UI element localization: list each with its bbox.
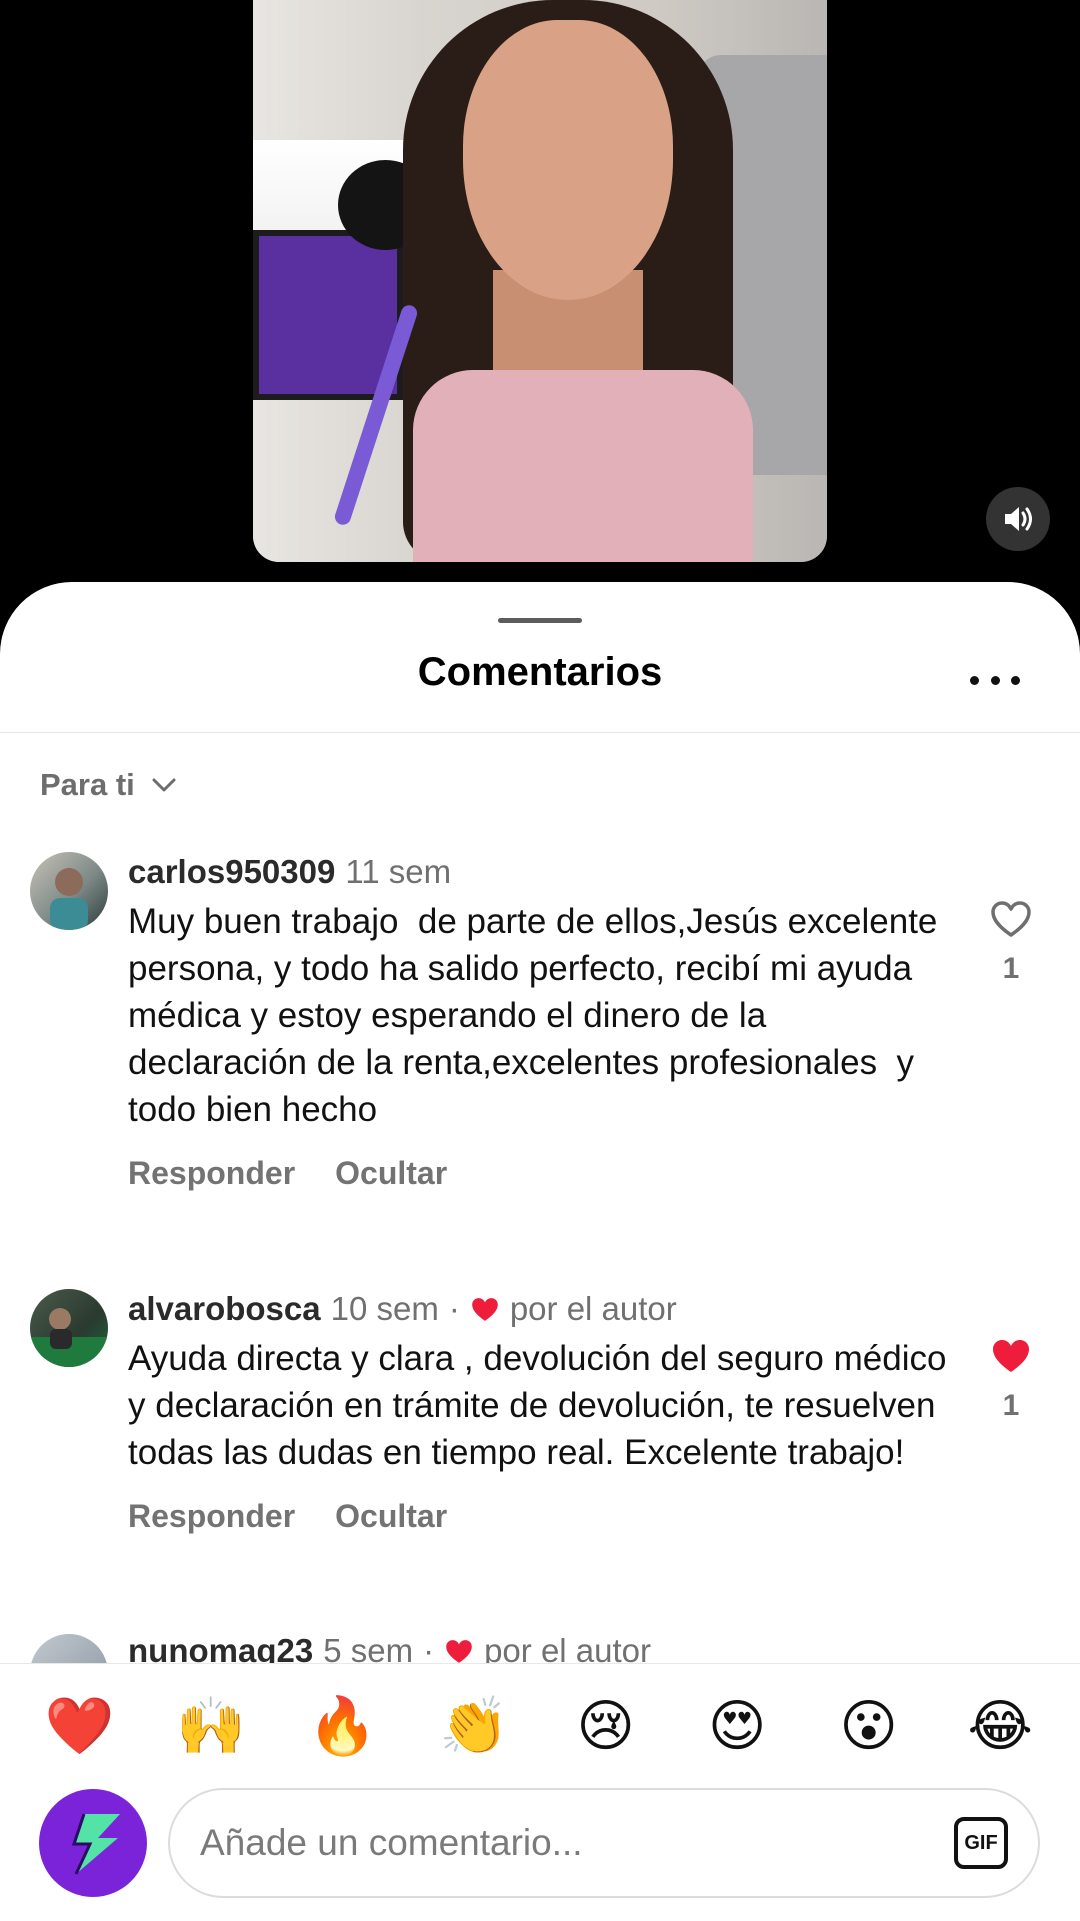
author-heart-icon	[472, 1297, 498, 1321]
more-icon	[1011, 675, 1020, 685]
comment-username[interactable]: alvarobosca	[128, 1289, 321, 1329]
lightning-logo-icon	[71, 1813, 120, 1875]
reaction-clap-emoji[interactable]: 👏	[434, 1694, 514, 1758]
comment-actions: Responder Ocultar	[128, 1498, 948, 1535]
sort-dropdown[interactable]: Para ti	[40, 760, 177, 810]
video-person-face	[463, 20, 673, 300]
like-button[interactable]: 1	[985, 1337, 1037, 1423]
reaction-heart-emoji[interactable]: ❤️	[40, 1694, 120, 1758]
sort-label: Para ti	[40, 767, 135, 802]
more-icon	[990, 675, 1000, 685]
comment-input[interactable]: Añade un comentario... GIF	[168, 1788, 1040, 1898]
comment-header: carlos950309 11 sem	[128, 852, 948, 892]
author-heart-icon	[446, 1639, 472, 1663]
comment-body: alvarobosca 10 sem · por el autor Ayuda …	[128, 1289, 948, 1535]
comment-time: 10 sem	[330, 1290, 439, 1327]
divider	[0, 732, 1080, 733]
comment-username[interactable]: nunomag23	[128, 1634, 313, 1664]
comment-header: nunomag23 5 sem · por el autor	[128, 1634, 948, 1664]
more-icon	[970, 675, 979, 685]
comment-text: Ayuda directa y clara , devolución del s…	[128, 1339, 957, 1472]
heart-icon	[991, 901, 1031, 937]
quick-reactions: ❤️ 🙌 🔥 👏 😢 😍 😮 😂	[0, 1694, 1080, 1758]
video-frame[interactable]	[253, 0, 827, 562]
reply-button[interactable]: Responder	[128, 1498, 295, 1535]
video-person-top	[413, 370, 753, 562]
comment-composer-bar: ❤️ 🙌 🔥 👏 😢 😍 😮 😂 Añade un comentario... …	[0, 1663, 1080, 1921]
video-player[interactable]	[0, 0, 1080, 590]
like-count: 1	[1002, 952, 1020, 985]
comment-input-placeholder: Añade un comentario...	[200, 1822, 583, 1863]
reaction-crying-emoji[interactable]: 😢	[566, 1694, 646, 1758]
sheet-title: Comentarios	[417, 650, 663, 694]
comment-text: Muy buen trabajo de parte de ellos,Jesús…	[128, 902, 948, 1129]
hide-button[interactable]: Ocultar	[335, 1155, 447, 1192]
speaker-icon	[1005, 507, 1032, 531]
liked-by-author-label: por el autor	[484, 1634, 652, 1664]
separator: ·	[423, 1634, 435, 1664]
comment-item: nunomag23 5 sem · por el autor	[0, 1634, 1080, 1664]
reaction-fire-emoji[interactable]: 🔥	[303, 1694, 383, 1758]
avatar[interactable]	[30, 852, 108, 930]
comment-time: 5 sem	[323, 1634, 414, 1664]
like-button[interactable]: 1	[985, 900, 1037, 986]
sheet-grabber[interactable]	[498, 618, 582, 623]
reaction-heart-eyes-emoji[interactable]: 😍	[697, 1694, 777, 1758]
reaction-surprised-emoji[interactable]: 😮	[829, 1694, 909, 1758]
reaction-laughing-emoji[interactable]: 😂	[960, 1694, 1040, 1758]
reply-button[interactable]: Responder	[128, 1155, 295, 1192]
chevron-down-icon	[152, 778, 176, 792]
separator: ·	[448, 1290, 460, 1327]
like-count: 1	[1002, 1389, 1020, 1422]
liked-by-author-label: por el autor	[509, 1290, 677, 1327]
user-profile-avatar[interactable]	[39, 1789, 147, 1897]
sound-button[interactable]	[986, 487, 1050, 551]
reaction-raised-hands-emoji[interactable]: 🙌	[171, 1694, 251, 1758]
gif-button[interactable]: GIF	[954, 1817, 1008, 1869]
comment-actions: Responder Ocultar	[128, 1155, 948, 1192]
avatar[interactable]	[30, 1634, 108, 1664]
comment-header: alvarobosca 10 sem · por el autor	[128, 1289, 948, 1329]
avatar[interactable]	[30, 1289, 108, 1367]
comment-time: 11 sem	[345, 853, 452, 890]
comment-username[interactable]: carlos950309	[128, 852, 335, 892]
comment-body: carlos950309 11 sem Muy buen trabajo de …	[128, 852, 948, 1192]
more-options-button[interactable]	[970, 670, 1020, 690]
comment-body: nunomag23 5 sem · por el autor	[128, 1634, 948, 1664]
heart-icon	[993, 1340, 1029, 1372]
hide-button[interactable]: Ocultar	[335, 1498, 447, 1535]
